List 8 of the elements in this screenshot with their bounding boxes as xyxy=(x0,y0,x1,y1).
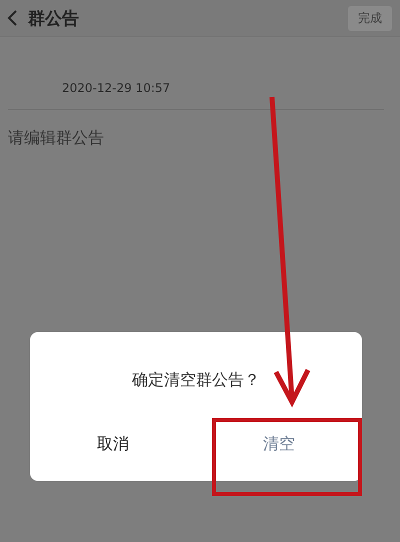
notice-time: 2020-12-29 10:57 xyxy=(62,81,172,97)
notice-input-field[interactable]: 请编辑群公告 xyxy=(4,124,392,192)
page-title: 群公告 xyxy=(28,8,80,30)
back-icon[interactable] xyxy=(6,9,18,27)
cancel-button[interactable]: 取消 xyxy=(30,407,196,481)
done-button[interactable]: 完成 xyxy=(348,6,392,30)
dialog-message: 确定清空群公告？ xyxy=(132,370,260,391)
confirm-button[interactable]: 清空 xyxy=(196,407,362,481)
